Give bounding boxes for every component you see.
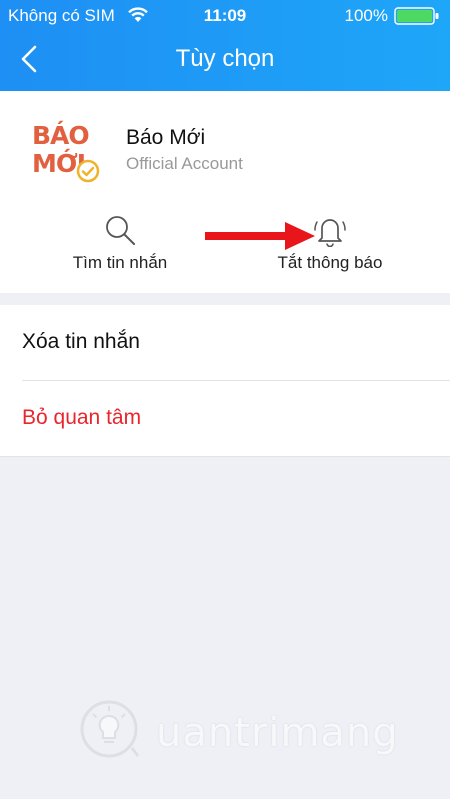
delete-messages-item[interactable]: Xóa tin nhắn [0, 305, 450, 381]
arrow-right-icon [205, 222, 315, 250]
status-bar: Không có SIM 11:09 100% [0, 0, 450, 32]
logo-line1: BÁO [32, 121, 90, 150]
mute-notifications-label: Tắt thông báo [277, 253, 383, 272]
watermark-text: uantrimang [156, 710, 399, 756]
search-messages-button[interactable]: Tìm tin nhắn [55, 213, 185, 273]
battery-full-icon [394, 7, 439, 25]
battery-percent: 100% [344, 6, 388, 25]
page-title: Tùy chọn [175, 45, 275, 72]
unfollow-item[interactable]: Bỏ quan tâm [0, 381, 450, 457]
search-messages-label: Tìm tin nhắn [72, 253, 168, 272]
bell-ringing-icon [314, 219, 346, 247]
account-name: Báo Mới [126, 126, 206, 149]
top-header: Không có SIM 11:09 100% Tùy chọn [0, 0, 450, 91]
lightbulb-icon [80, 700, 140, 758]
watermark: uantrimang [60, 694, 400, 764]
unfollow-label: Bỏ quan tâm [22, 406, 142, 429]
search-icon [106, 216, 135, 245]
options-menu: Xóa tin nhắn Bỏ quan tâm [0, 305, 450, 457]
account-type: Official Account [126, 154, 243, 173]
account-logo: BÁO MỚI [32, 121, 102, 185]
delete-messages-label: Xóa tin nhắn [22, 330, 140, 353]
verified-check-icon [76, 159, 100, 183]
divider [0, 456, 450, 457]
profile-card: BÁO MỚI Báo Mới Official Account Tìm tin… [0, 91, 450, 293]
